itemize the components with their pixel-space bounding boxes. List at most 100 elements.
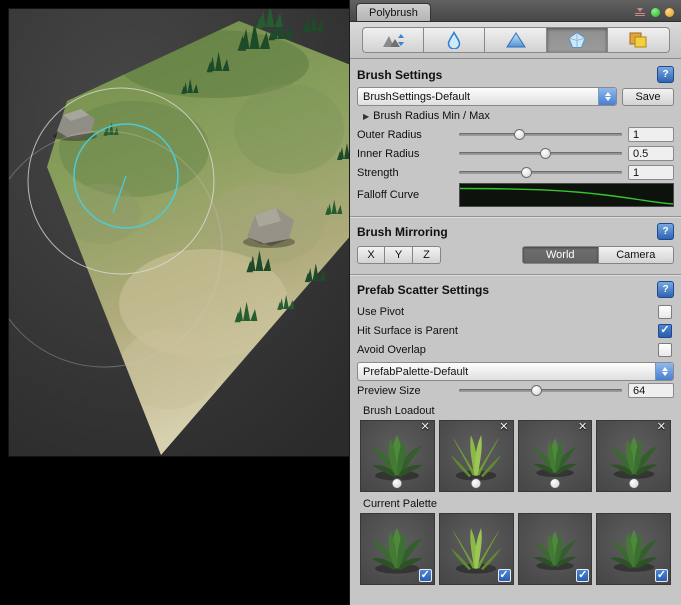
outer-radius-slider[interactable] <box>459 127 622 142</box>
mirror-space-camera-button[interactable]: Camera <box>599 246 675 264</box>
plant-thumbnail-image <box>449 429 503 485</box>
plant-thumbnail-image <box>449 522 503 578</box>
palette-item-checkbox[interactable] <box>419 569 432 582</box>
use-pivot-label: Use Pivot <box>357 306 404 318</box>
sculpt-mountain-icon <box>381 31 405 49</box>
palette-item-checkbox[interactable] <box>498 569 511 582</box>
foldout-arrow-icon: ▶ <box>363 112 369 121</box>
brush-settings-preset-value: BrushSettings-Default <box>358 91 598 103</box>
yellow-status-dot-icon <box>665 8 674 17</box>
outer-radius-field[interactable]: 1 <box>628 127 674 142</box>
palette-thumbnail[interactable] <box>596 513 671 585</box>
falloff-curve-editor[interactable] <box>459 183 674 207</box>
mirror-x-button[interactable]: X <box>357 246 385 264</box>
plant-thumbnail-image <box>532 433 578 481</box>
remove-prefab-button[interactable]: ✕ <box>499 422 508 433</box>
mode-toolbar <box>350 22 681 59</box>
palette-item-checkbox[interactable] <box>576 569 589 582</box>
paint-triangle-icon <box>505 31 527 49</box>
smooth-droplet-icon <box>444 31 464 49</box>
hit-surface-checkbox[interactable] <box>658 324 672 338</box>
palette-item-checkbox[interactable] <box>655 569 668 582</box>
loadout-thumbnail[interactable]: ✕ <box>518 420 593 492</box>
strength-label: Strength <box>357 167 459 179</box>
palette-thumbnail[interactable] <box>360 513 435 585</box>
brush-loadout-label: Brush Loadout <box>363 405 674 417</box>
mirror-axis-group: X Y Z <box>357 246 441 264</box>
strength-field[interactable]: 1 <box>628 165 674 180</box>
texture-tiles-icon <box>627 31 649 49</box>
brush-radius-foldout[interactable]: ▶ Brush Radius Min / Max <box>363 108 674 124</box>
palette-thumbnail[interactable] <box>439 513 514 585</box>
weight-slider-thumb[interactable] <box>549 478 560 489</box>
polybrush-panel: Polybrush <box>349 0 681 605</box>
brush-mirroring-section: Brush Mirroring ? X Y Z World Camera <box>350 216 681 274</box>
current-palette-grid <box>360 513 671 585</box>
weight-slider-thumb[interactable] <box>392 478 403 489</box>
dropdown-stepper-icon <box>655 363 673 380</box>
tab-polybrush[interactable]: Polybrush <box>356 3 431 21</box>
terrain-render <box>9 9 354 456</box>
weight-slider-thumb[interactable] <box>628 478 639 489</box>
strength-slider[interactable] <box>459 165 622 180</box>
prefab-palette-value: PrefabPalette-Default <box>358 366 655 378</box>
avoid-overlap-checkbox[interactable] <box>658 343 672 357</box>
outer-radius-slider-thumb[interactable] <box>514 129 525 140</box>
inner-radius-field[interactable]: 0.5 <box>628 146 674 161</box>
remove-prefab-button[interactable]: ✕ <box>657 422 666 433</box>
mirror-z-button[interactable]: Z <box>413 246 441 264</box>
mirror-space-toggle: World Camera <box>522 246 674 264</box>
panel-tab-bar: Polybrush <box>350 0 681 22</box>
inner-radius-slider-thumb[interactable] <box>540 148 551 159</box>
brush-settings-preset-dropdown[interactable]: BrushSettings-Default <box>357 87 617 106</box>
loadout-thumbnail[interactable]: ✕ <box>360 420 435 492</box>
inner-radius-slider[interactable] <box>459 146 622 161</box>
brush-settings-section: Brush Settings ? BrushSettings-Default S… <box>350 59 681 216</box>
plant-thumbnail-image <box>609 433 659 481</box>
window-menu-icon[interactable] <box>635 8 646 17</box>
hit-surface-label: Hit Surface is Parent <box>357 325 458 337</box>
prefab-palette-dropdown[interactable]: PrefabPalette-Default <box>357 362 674 381</box>
help-icon[interactable]: ? <box>657 281 674 298</box>
preview-size-field[interactable]: 64 <box>628 383 674 398</box>
help-icon[interactable]: ? <box>657 66 674 83</box>
current-palette-label: Current Palette <box>363 498 674 510</box>
loadout-thumbnail[interactable]: ✕ <box>596 420 671 492</box>
falloff-curve-graph <box>460 184 673 206</box>
plant-thumbnail-image <box>532 526 578 574</box>
palette-thumbnail[interactable] <box>518 513 593 585</box>
loadout-thumbnail[interactable]: ✕ <box>439 420 514 492</box>
save-button[interactable]: Save <box>622 88 674 106</box>
outer-radius-label: Outer Radius <box>357 129 459 141</box>
remove-prefab-button[interactable]: ✕ <box>578 422 587 433</box>
preview-size-label: Preview Size <box>357 385 459 397</box>
mode-smooth-button[interactable] <box>424 27 485 53</box>
remove-prefab-button[interactable]: ✕ <box>421 422 430 433</box>
help-icon[interactable]: ? <box>657 223 674 240</box>
avoid-overlap-label: Avoid Overlap <box>357 344 426 356</box>
scene-view[interactable] <box>8 8 355 457</box>
mode-sculpt-button[interactable] <box>362 27 424 53</box>
green-status-dot-icon <box>651 8 660 17</box>
prefab-scatter-section: Prefab Scatter Settings ? Use Pivot Hit … <box>350 274 681 596</box>
falloff-curve-label: Falloff Curve <box>357 189 459 201</box>
polybrush-editor-window: Polybrush <box>0 0 681 605</box>
plant-thumbnail-image <box>370 526 424 574</box>
mirror-y-button[interactable]: Y <box>385 246 413 264</box>
weight-slider-thumb[interactable] <box>471 478 482 489</box>
strength-slider-thumb[interactable] <box>521 167 532 178</box>
mode-texture-button[interactable] <box>608 27 669 53</box>
mirror-space-world-button[interactable]: World <box>522 246 599 264</box>
prefab-scatter-title: Prefab Scatter Settings <box>357 283 489 297</box>
scatter-prism-icon <box>566 31 588 49</box>
use-pivot-checkbox[interactable] <box>658 305 672 319</box>
mode-paint-button[interactable] <box>485 27 546 53</box>
mode-scatter-button[interactable] <box>547 27 608 53</box>
preview-size-slider-thumb[interactable] <box>531 385 542 396</box>
preview-size-slider[interactable] <box>459 383 622 398</box>
brush-loadout-grid: ✕ ✕ ✕ ✕ <box>360 420 671 492</box>
brush-radius-foldout-label: Brush Radius Min / Max <box>373 110 490 122</box>
brush-mirroring-title: Brush Mirroring <box>357 225 448 239</box>
plant-thumbnail-image <box>609 526 659 574</box>
plant-thumbnail-image <box>370 433 424 481</box>
